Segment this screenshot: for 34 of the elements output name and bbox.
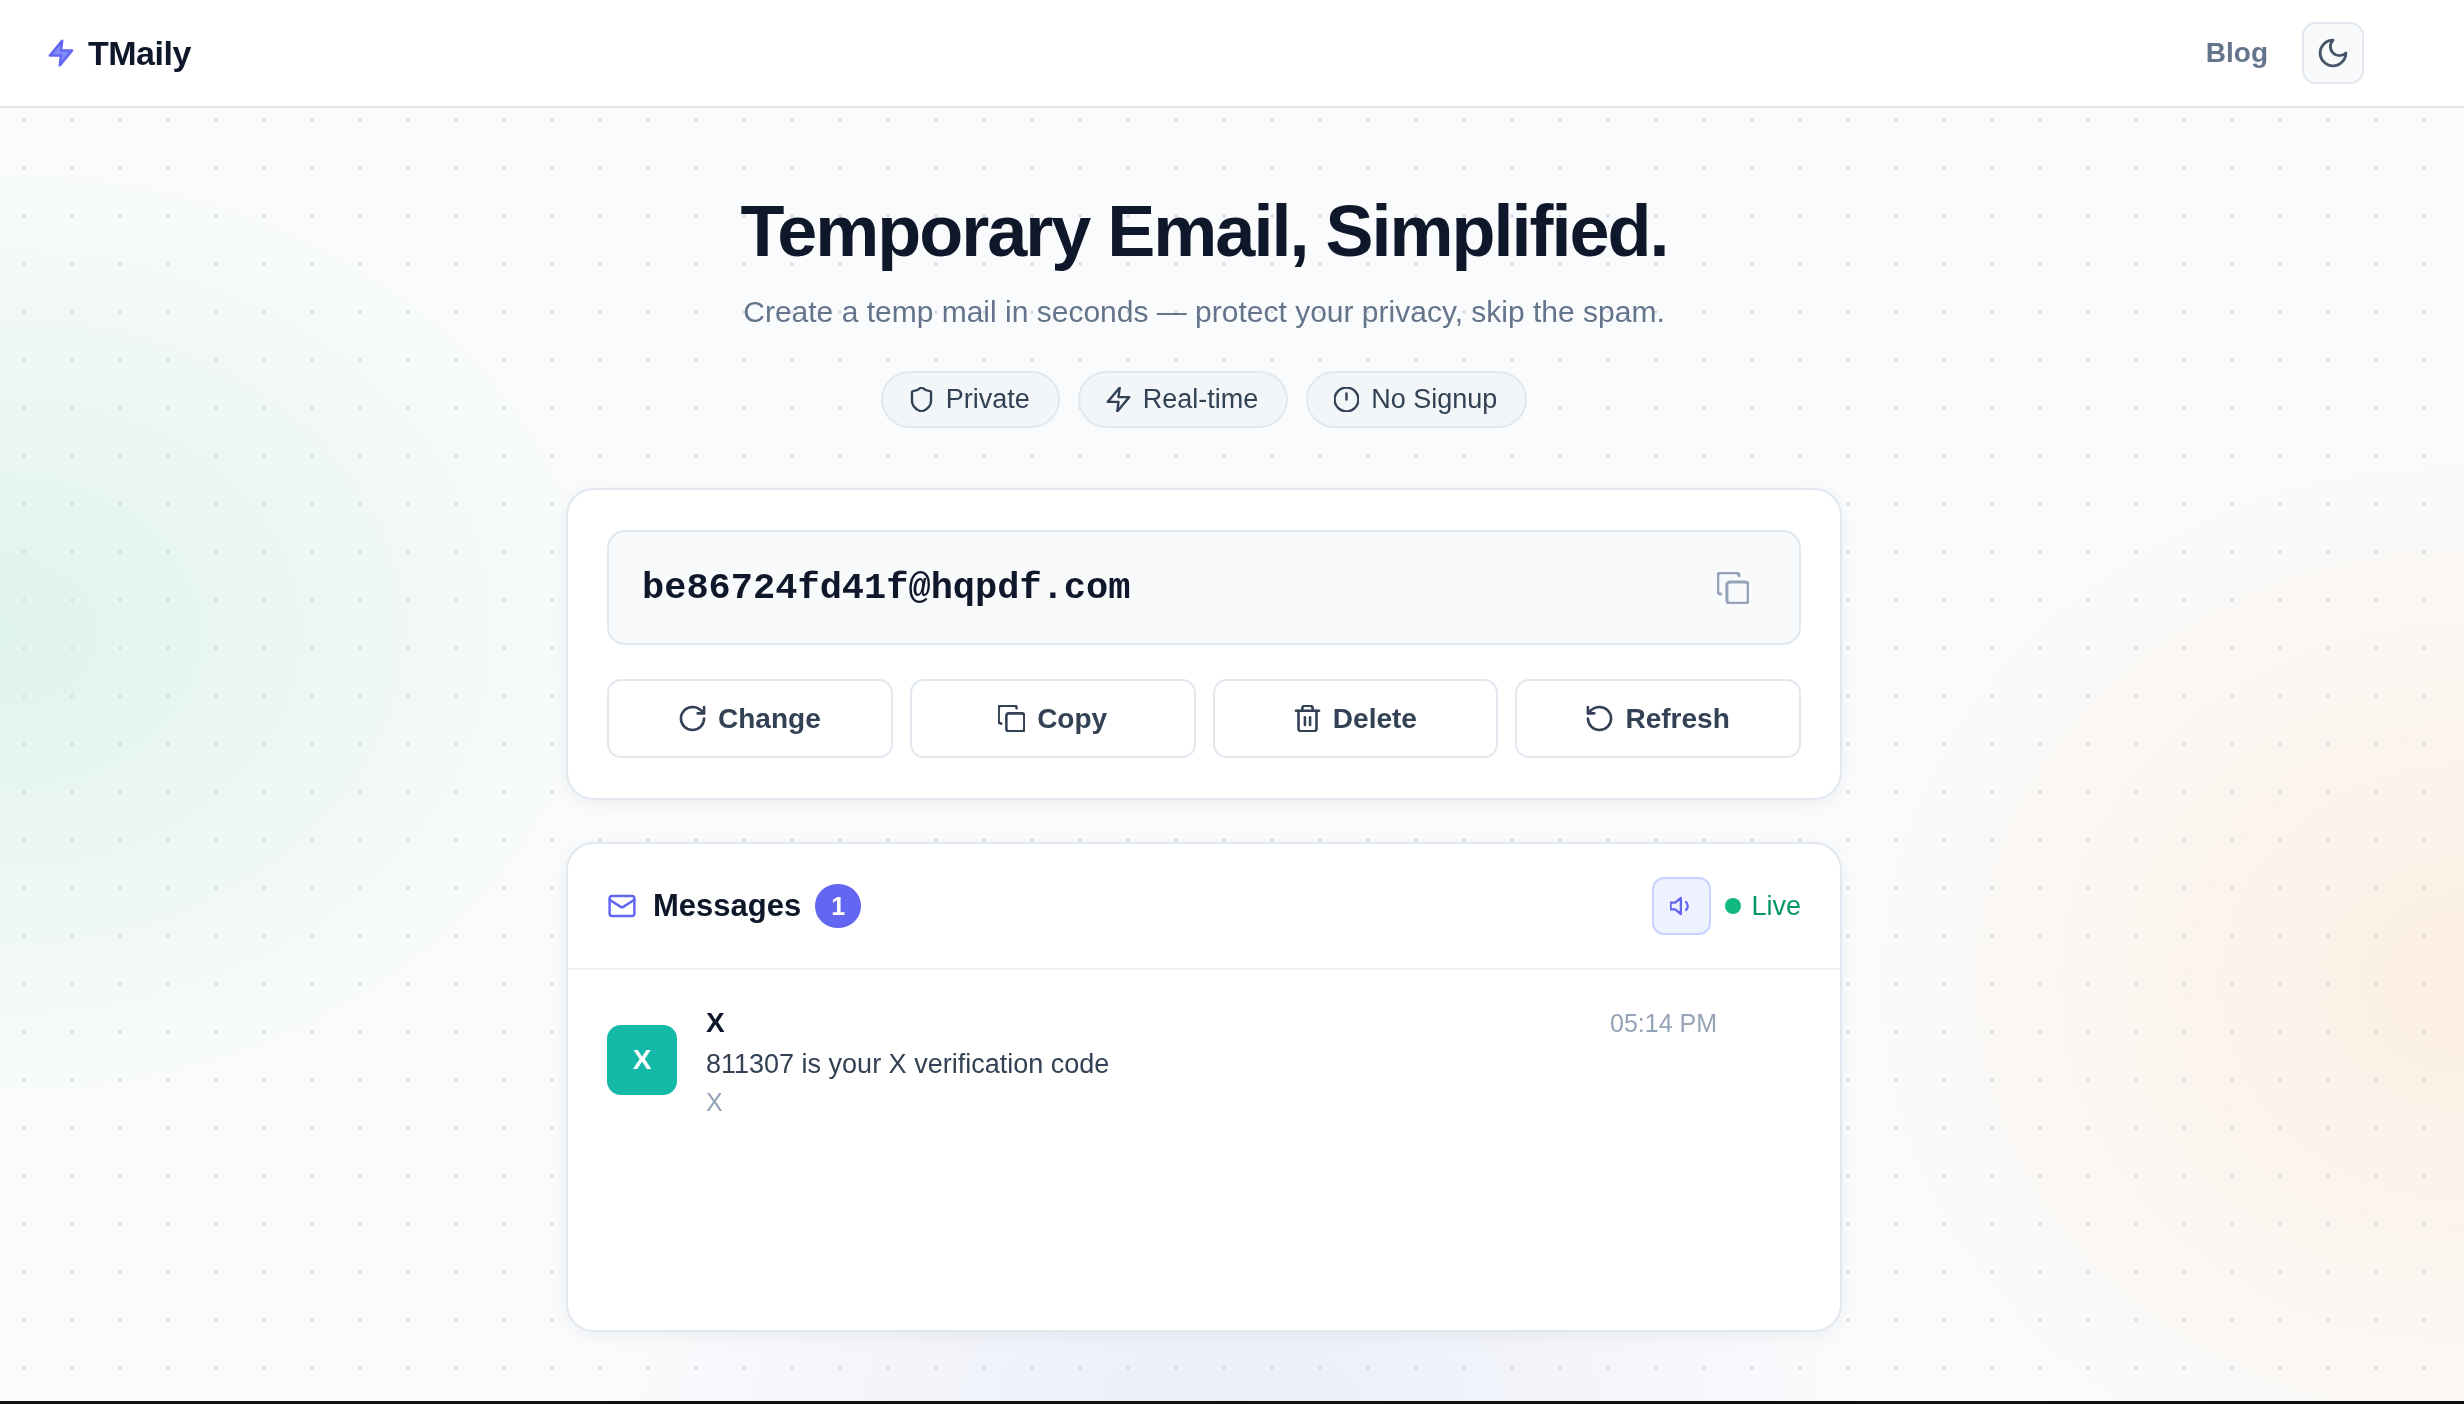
- action-button[interactable]: Delete: [1212, 679, 1499, 759]
- sender-avatar: X: [607, 1025, 677, 1096]
- message-count-badge: 1: [815, 884, 862, 929]
- copy-icon: [998, 705, 1026, 733]
- live-status: Live: [1751, 890, 1801, 922]
- rotate-arrow-icon: [679, 705, 707, 733]
- feature-label: No Signup: [1371, 384, 1498, 416]
- message-subject[interactable]: 811307 is your X verification code: [706, 1049, 1801, 1081]
- site-logo[interactable]: TMaily: [88, 33, 191, 73]
- action-button[interactable]: Copy: [909, 679, 1196, 759]
- feature-label: Real-time: [1142, 384, 1259, 416]
- feature-label: Private: [945, 384, 1030, 416]
- email-address: be86724fd41f@hqpdf.com: [642, 566, 1132, 609]
- moon-icon: [2318, 38, 2348, 68]
- copy-icon[interactable]: [1717, 571, 1749, 604]
- theme-toggle-button[interactable]: [2302, 22, 2364, 84]
- sender-name[interactable]: X: [706, 1007, 725, 1040]
- action-button[interactable]: Change: [607, 679, 893, 759]
- message-preview: X: [706, 1088, 724, 1118]
- trash-icon: [1293, 705, 1321, 733]
- lightning-bolt-icon: [48, 39, 74, 67]
- shield-icon: [908, 387, 934, 413]
- page-title: Temporary Email, Simplified.: [740, 192, 1668, 272]
- rotate-arrow-icon: [1586, 705, 1614, 733]
- page-subtitle: Create a temp mail in seconds — protect your privacy, skip the spam.: [742, 294, 1666, 331]
- message-time: 05:14 PM: [1610, 1009, 1717, 1039]
- messages-title: Messages: [653, 888, 802, 925]
- live-status-dot-icon: [1725, 898, 1742, 915]
- nav-link[interactable]: Blog: [2205, 37, 2268, 69]
- sound-toggle-button[interactable]: [1652, 877, 1712, 936]
- action-button[interactable]: Refresh: [1515, 679, 1801, 759]
- envelope-icon: [607, 893, 637, 920]
- lightning-bolt-icon: [1105, 387, 1131, 413]
- email-address-field[interactable]: be86724fd41f@hqpdf.com: [607, 530, 1801, 646]
